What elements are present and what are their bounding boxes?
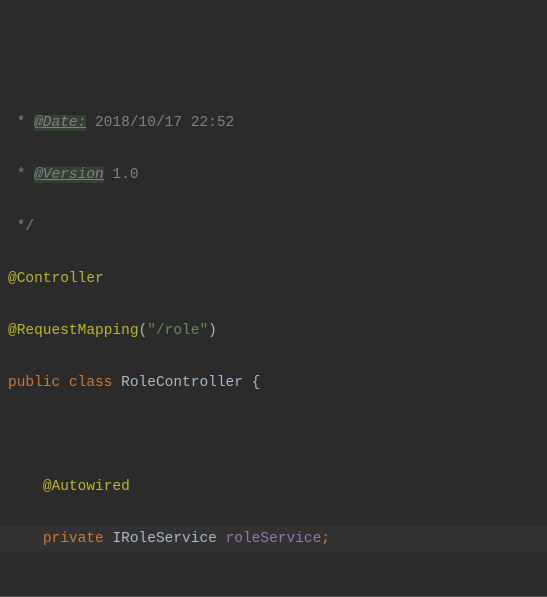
- code-line[interactable]: public class RoleController {: [8, 370, 547, 396]
- code-line[interactable]: * @Date: 2018/10/17 22:52: [8, 110, 547, 136]
- code-line[interactable]: * @Version 1.0: [8, 162, 547, 188]
- code-line[interactable]: */: [8, 214, 547, 240]
- code-line[interactable]: @RequestMapping("/role"): [8, 318, 547, 344]
- code-editor[interactable]: * @Date: 2018/10/17 22:52 * @Version 1.0…: [0, 0, 547, 597]
- code-line[interactable]: [8, 578, 547, 597]
- code-line[interactable]: @Autowired: [8, 474, 547, 500]
- code-line[interactable]: private IRoleService roleService;: [8, 526, 547, 552]
- code-line[interactable]: [8, 422, 547, 448]
- code-line[interactable]: @Controller: [8, 266, 547, 292]
